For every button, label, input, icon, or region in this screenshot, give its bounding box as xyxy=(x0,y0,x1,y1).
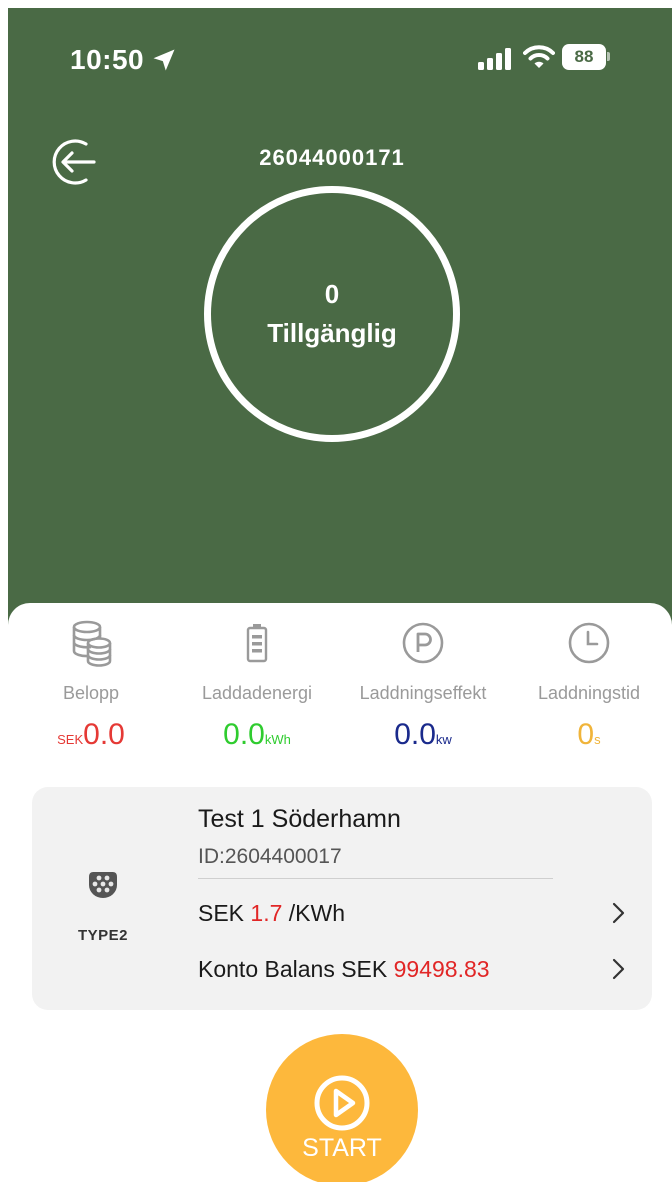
status-time: 10:50 xyxy=(70,44,145,75)
stat-label: Laddadenergi xyxy=(201,683,313,703)
station-id-title: 26044000171 xyxy=(259,145,405,170)
start-label: START xyxy=(302,1134,382,1162)
divider xyxy=(198,878,553,879)
stat-amount: Belopp SEK0.0 xyxy=(8,615,174,752)
charging-stats: Belopp SEK0.0 Laddadenergi 0.0kWh Laddni… xyxy=(8,615,672,765)
clock-icon xyxy=(506,615,672,671)
cellular-signal-icon xyxy=(478,48,512,75)
price-value: 1.7 xyxy=(250,900,283,926)
stat-value-power: 0.0kw xyxy=(394,718,452,751)
stat-value-amount: SEK0.0 xyxy=(57,718,125,751)
stat-label: Laddningseffekt xyxy=(359,683,487,703)
parking-icon xyxy=(340,615,506,671)
wifi-icon xyxy=(523,44,555,75)
station-name: Test 1 Söderhamn xyxy=(198,805,401,833)
stat-energy: Laddadenergi 0.0kWh xyxy=(174,615,340,752)
stat-time: Laddningstid 0s xyxy=(506,615,672,752)
stat-label: Belopp xyxy=(62,683,120,703)
connector-status-ring: 0 Tillgänglig xyxy=(204,186,460,442)
start-button[interactable]: START xyxy=(266,1034,418,1182)
connector-state: Tillgänglig xyxy=(267,318,397,348)
connector-count: 0 xyxy=(324,279,340,309)
coins-icon xyxy=(8,615,174,671)
stat-value-energy: 0.0kWh xyxy=(223,718,291,751)
location-arrow-icon xyxy=(150,46,178,79)
battery-icon xyxy=(174,615,340,671)
station-info-card: TYPE2 Test 1 Söderhamn ID:2604400017 SEK… xyxy=(32,787,652,1010)
status-bar: 10:50 88 xyxy=(0,40,664,80)
stat-value-time: 0s xyxy=(577,718,601,751)
price-row[interactable]: SEK 1.7 /KWh xyxy=(198,900,638,927)
connector-type-label: TYPE2 xyxy=(78,927,129,944)
battery-cap-icon xyxy=(607,52,610,61)
stat-label: Laddningstid xyxy=(537,683,641,703)
battery-level: 88 xyxy=(562,44,606,70)
balance-value: 99498.83 xyxy=(393,956,490,982)
play-icon xyxy=(313,1074,371,1137)
type2-plug-icon xyxy=(88,869,118,904)
balance-row[interactable]: Konto Balans SEK 99498.83 xyxy=(198,956,638,983)
station-id-text: ID:2604400017 xyxy=(198,845,342,868)
chevron-right-icon xyxy=(612,958,626,986)
chevron-right-icon xyxy=(612,902,626,930)
stat-power: Laddningseffekt 0.0kw xyxy=(340,615,506,752)
